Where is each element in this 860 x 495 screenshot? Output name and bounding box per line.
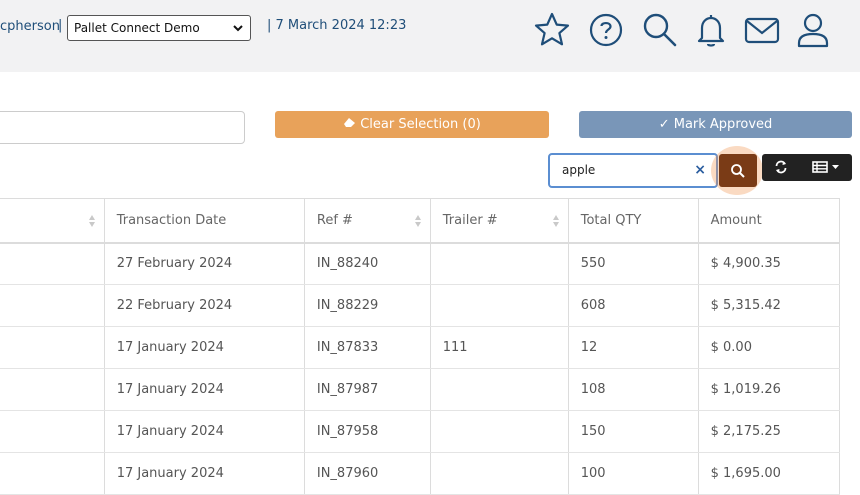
user-profile-button[interactable] [793,10,833,50]
table-row[interactable]: 17 January 2024 IN_87958 150 $ 2,175.25 [0,410,841,453]
table-row[interactable]: 17 January 2024 IN_87833 111 12 $ 0.00 [0,326,841,369]
table-row[interactable]: 27 February 2024 IN_88240 550 $ 4,900.35 [0,242,841,285]
table-row[interactable]: 22 February 2024 IN_88229 608 $ 5,315.42 [0,284,841,327]
messages-button[interactable] [742,10,782,50]
column-header-label: Trailer # [442,212,498,228]
user-icon [797,13,829,48]
table-cell [0,452,105,495]
table-cell [430,284,569,327]
clear-selection-label: Clear Selection (0) [360,117,481,132]
transactions-table: Transaction Date Ref # Trailer # Total Q… [0,198,841,495]
refresh-button[interactable] [762,154,800,181]
company-select[interactable]: Pallet Connect Demo [67,15,251,41]
sort-icon [552,215,559,227]
table-cell: 17 January 2024 [104,410,305,453]
column-header-label: Total QTY [580,212,642,228]
table-cell: 111 [430,326,569,369]
current-datetime: | 7 March 2024 12:23 [267,18,407,33]
search-submit-button[interactable] [719,154,757,187]
clear-search-icon[interactable]: × [694,162,706,178]
table-cell: IN_88229 [304,284,431,327]
table-search-value: apple [562,163,596,177]
table-cell: 17 January 2024 [104,326,305,369]
column-header-label: Ref # [316,212,353,228]
filter-input[interactable] [0,111,245,144]
table-cell: $ 2,175.25 [698,410,841,453]
table-cell: $ 5,315.42 [698,284,841,327]
top-header: cpherson | Pallet Connect Demo | 7 March… [0,0,860,72]
table-search-input[interactable]: apple × [548,153,718,188]
sort-icon [88,215,95,227]
sort-icon [414,215,421,227]
header-separator: | [58,18,63,33]
chevron-down-icon [233,25,243,32]
search-icon [643,13,677,47]
column-header-ref[interactable]: Ref # [304,198,431,244]
column-header-total-qty[interactable]: Total QTY [568,198,699,244]
table-cell [430,410,569,453]
column-header-label: Transaction Date [116,212,227,228]
table-cell: $ 1,019.26 [698,368,841,411]
refresh-icon [775,160,787,174]
column-header-label: Amount [710,212,762,228]
search-icon [731,164,745,178]
table-cell [0,368,105,411]
table-row[interactable]: 17 January 2024 IN_87960 100 $ 1,695.00 [0,452,841,495]
caret-down-icon [832,165,839,169]
table-cell: IN_87987 [304,368,431,411]
notifications-button[interactable] [691,10,731,50]
column-header-partial[interactable] [0,198,105,244]
columns-toggle-button[interactable] [800,154,852,181]
table-cell: 608 [568,284,699,327]
column-header-trailer[interactable]: Trailer # [430,198,569,244]
table-row[interactable]: 17 January 2024 IN_87987 108 $ 1,019.26 [0,368,841,411]
column-header-amount[interactable]: Amount [698,198,841,244]
user-name-link[interactable]: cpherson [0,19,60,34]
table-cell: 550 [568,242,699,285]
mark-approved-button[interactable]: ✓ Mark Approved [579,111,852,138]
table-cell: 17 January 2024 [104,368,305,411]
table-cell: 27 February 2024 [104,242,305,285]
table-cell: 12 [568,326,699,369]
mark-approved-label: ✓ Mark Approved [658,117,773,132]
table-icon [812,161,828,173]
table-cell: $ 1,695.00 [698,452,841,495]
table-header-row: Transaction Date Ref # Trailer # Total Q… [0,198,841,244]
table-cell: IN_88240 [304,242,431,285]
global-search-button[interactable] [640,10,680,50]
table-cell [0,284,105,327]
table-cell [430,242,569,285]
table-cell: $ 0.00 [698,326,841,369]
favorites-button[interactable] [532,10,572,50]
table-cell: 150 [568,410,699,453]
help-button[interactable] [586,10,626,50]
table-cell: 17 January 2024 [104,452,305,495]
table-cell: IN_87958 [304,410,431,453]
table-cell: $ 4,900.35 [698,242,841,285]
table-cell: IN_87833 [304,326,431,369]
table-cell [0,410,105,453]
table-cell [0,326,105,369]
column-header-transaction-date[interactable]: Transaction Date [104,198,305,244]
mail-icon [744,17,780,44]
table-cell [0,242,105,285]
table-cell [430,452,569,495]
table-cell: IN_87960 [304,452,431,495]
eraser-icon [344,118,356,127]
help-icon [589,13,623,47]
star-icon [534,12,570,46]
table-cell: 22 February 2024 [104,284,305,327]
table-cell [430,368,569,411]
table-cell: 108 [568,368,699,411]
company-select-value: Pallet Connect Demo [74,21,200,35]
table-cell: 100 [568,452,699,495]
clear-selection-button[interactable]: Clear Selection (0) [275,111,549,138]
bell-icon [697,15,725,47]
